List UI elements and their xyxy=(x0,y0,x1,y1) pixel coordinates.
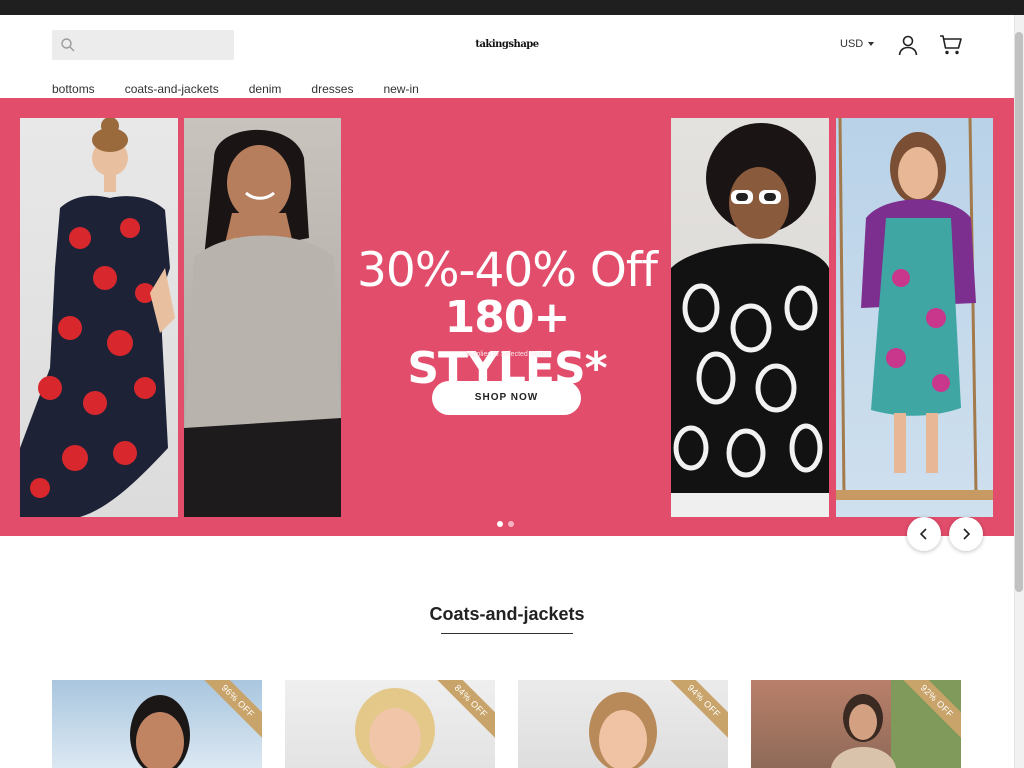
hero-headline-discount: 30%-40% Off xyxy=(357,243,658,298)
carousel-dot-2[interactable] xyxy=(508,521,514,527)
scrollbar-thumb[interactable] xyxy=(1015,32,1023,592)
carousel-dot-1[interactable] xyxy=(497,521,503,527)
browser-top-bar xyxy=(0,0,1024,15)
hero-headline-styles: 180+ STYLES* xyxy=(407,292,607,394)
currency-label: USD xyxy=(840,38,864,50)
cart-icon[interactable] xyxy=(939,34,963,56)
product-card[interactable]: 84% OFF xyxy=(285,680,495,768)
carousel-prev-button[interactable] xyxy=(907,517,941,551)
section-title: Coats-and-jackets xyxy=(429,604,585,624)
product-card[interactable]: 96% OFF xyxy=(52,680,262,768)
carousel-next-button[interactable] xyxy=(949,517,983,551)
currency-selector[interactable]: USD xyxy=(840,38,875,50)
caret-down-icon xyxy=(868,42,875,46)
hero-model-image-2 xyxy=(184,118,341,517)
page-scrollbar[interactable] xyxy=(1014,15,1024,768)
hero-model-image-4 xyxy=(836,118,993,517)
section-title-underline xyxy=(441,633,573,634)
nav-item-dresses[interactable]: dresses xyxy=(311,82,353,96)
nav-item-bottoms[interactable]: bottoms xyxy=(52,82,95,96)
chevron-right-icon xyxy=(963,528,971,540)
hero-model-image-1 xyxy=(20,118,178,517)
nav-item-coats-and-jackets[interactable]: coats-and-jackets xyxy=(125,82,219,96)
nav-item-new-in[interactable]: new-in xyxy=(383,82,418,96)
site-header: takingshape USD bottoms coats-and-jacket… xyxy=(0,15,1014,98)
product-card[interactable]: 92% OFF xyxy=(751,680,961,768)
search-input[interactable] xyxy=(52,30,234,60)
shop-now-button[interactable]: SHOP NOW xyxy=(432,381,581,415)
main-nav: bottoms coats-and-jackets denim dresses … xyxy=(52,82,449,96)
nav-item-denim[interactable]: denim xyxy=(249,82,282,96)
search-icon[interactable] xyxy=(60,37,76,53)
hero-model-image-3 xyxy=(671,118,829,517)
hero-banner[interactable]: 30%-40% Off 180+ STYLES* *Applies to Sel… xyxy=(0,98,1014,536)
hero-disclaimer: *Applies to Selected Styles xyxy=(465,351,549,358)
user-icon[interactable] xyxy=(897,34,919,56)
carousel-dots xyxy=(497,521,514,527)
chevron-left-icon xyxy=(919,528,927,540)
product-card[interactable]: 94% OFF xyxy=(518,680,728,768)
site-logo[interactable]: takingshape xyxy=(470,39,544,50)
